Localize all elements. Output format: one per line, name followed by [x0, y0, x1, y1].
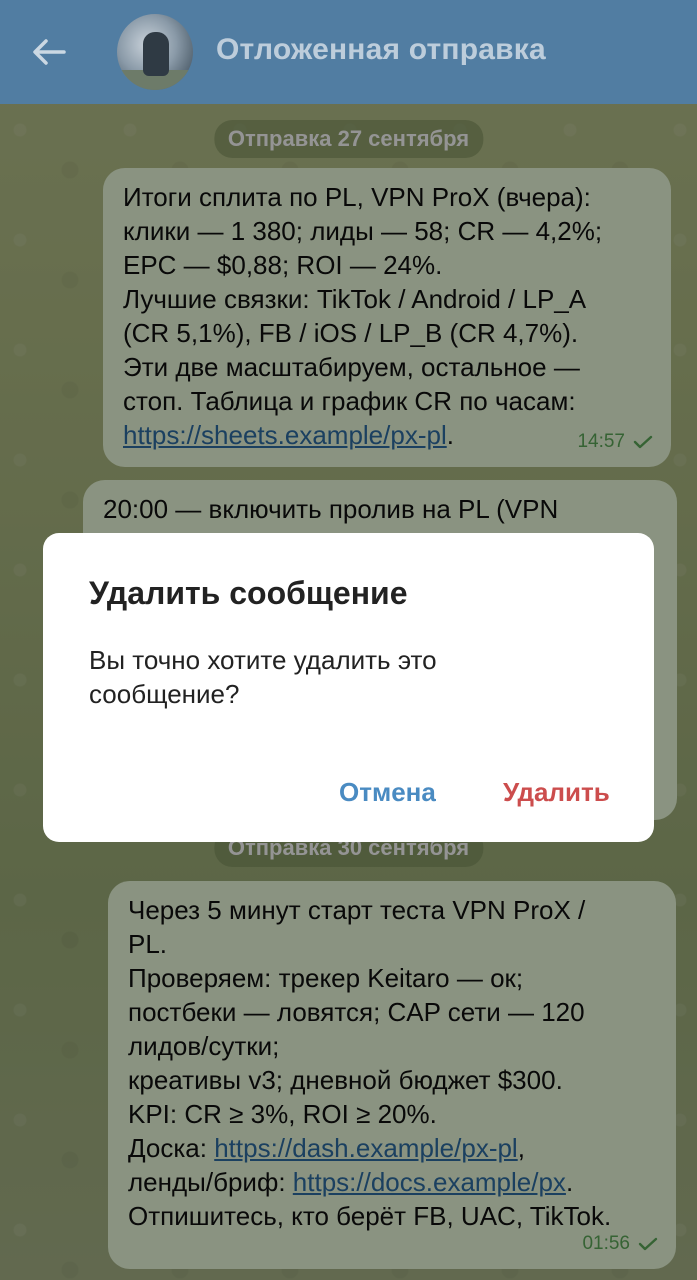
dialog-message: Вы точно хотите удалить это сообщение? — [89, 643, 529, 711]
avatar[interactable] — [117, 14, 193, 90]
dialog-title: Удалить сообщение — [89, 575, 408, 611]
page-title: Отложенная отправка — [216, 33, 546, 66]
delete-dialog: Удалить сообщение Вы точно хотите удалит… — [43, 533, 654, 842]
avatar-figure — [143, 32, 169, 76]
top-app-bar: Отложенная отправка — [0, 0, 697, 104]
cancel-button[interactable]: Отмена — [339, 777, 436, 808]
delete-button[interactable]: Удалить — [503, 777, 610, 808]
dialog-message-line: сообщение? — [89, 679, 240, 709]
back-button[interactable] — [22, 28, 76, 76]
dialog-message-line: Вы точно хотите удалить это — [89, 645, 437, 675]
arrow-left-icon — [33, 39, 66, 65]
